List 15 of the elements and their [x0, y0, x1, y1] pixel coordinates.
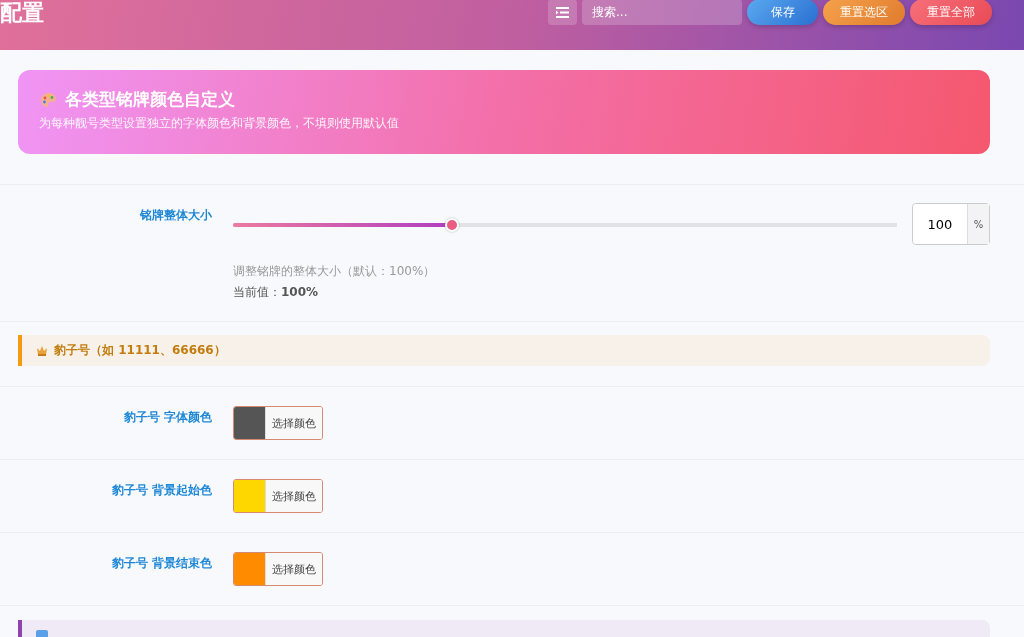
hint-text: 调整铭牌的整体大小（默认：100%） — [233, 263, 437, 280]
choose-color-button[interactable]: 选择颜色 — [265, 480, 322, 512]
banner-subtitle: 为每种靓号类型设置独立的字体颜色和背景颜色，不填则使用默认值 — [39, 115, 400, 132]
size-input[interactable]: 100 % — [912, 203, 990, 245]
setting-label: 铭牌整体大小 — [140, 208, 212, 222]
save-button[interactable]: 保存 — [747, 0, 818, 25]
field-label: 豹子号 背景起始色 — [111, 483, 212, 497]
field-label: 豹子号 背景结束色 — [111, 556, 212, 570]
banner-title: 各类型铭牌颜色自定义 — [65, 88, 235, 111]
page-title: 配置 — [0, 0, 44, 27]
field-label: 豹子号 字体颜色 — [123, 410, 212, 424]
choose-color-button[interactable]: 选择颜色 — [265, 407, 322, 439]
section-title: 豹子号（如 11111、66666） — [54, 342, 226, 359]
choose-color-button[interactable]: 选择颜色 — [265, 553, 322, 585]
current-value-text: 当前值：100% — [233, 284, 320, 301]
